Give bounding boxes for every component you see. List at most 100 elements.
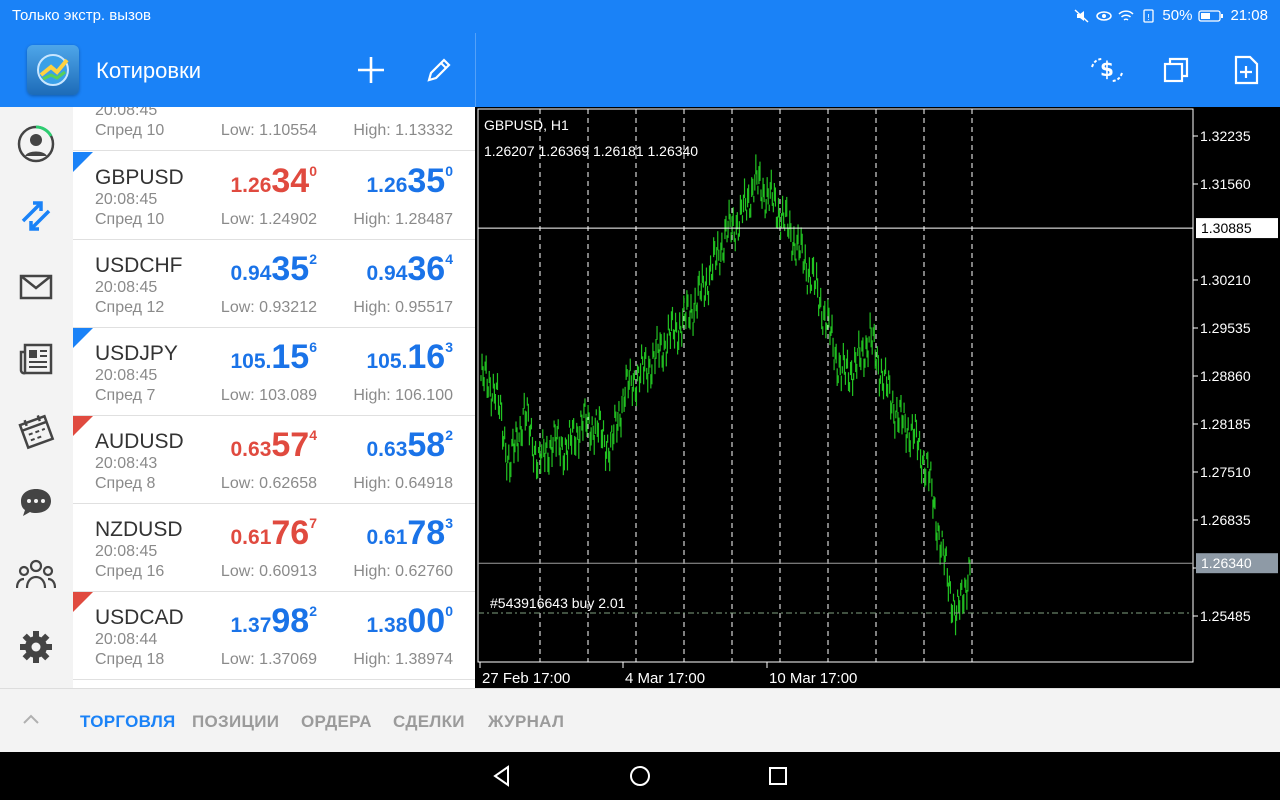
ask-price[interactable]: 0.63582	[367, 426, 454, 465]
quote-time: 20:08:45	[95, 543, 158, 560]
quote-symbol: GBPUSD	[95, 166, 184, 189]
clock: 21:08	[1230, 7, 1268, 24]
svg-text:!: !	[1147, 13, 1150, 22]
nav-settings[interactable]	[14, 625, 58, 669]
calendar-icon	[18, 414, 55, 450]
nav-news[interactable]	[14, 337, 58, 381]
svg-text:$: $	[1100, 57, 1114, 81]
price-chart[interactable]: 1.32235 1.31560 1.30210 1.29535 1.28860 1.281…	[476, 107, 1280, 688]
nav-community[interactable]	[14, 552, 58, 596]
quote-row[interactable]: AUDUSD 20:08:43 Спред 8 Low: 0.62658 High: 0…	[73, 416, 475, 504]
quote-spread: Спред 12	[95, 299, 165, 316]
quote-high: High: 0.64918	[353, 475, 453, 492]
price-prefix: 0.94	[230, 262, 272, 285]
quote-row[interactable]: USDCAD 20:08:44 Спред 18 Low: 1.37069 High: …	[73, 592, 475, 680]
mail-icon	[19, 274, 53, 300]
chevron-up-icon[interactable]	[22, 713, 40, 725]
plot-frame	[477, 108, 1194, 663]
quote-row[interactable]: USDJPY 20:08:45 Спред 7 Low: 103.089 High: 1…	[73, 328, 475, 416]
ask-price[interactable]: 0.94364	[367, 250, 454, 289]
eye-icon	[1096, 10, 1113, 21]
nav-chat[interactable]	[14, 481, 58, 525]
price-pips: 57	[271, 426, 310, 464]
price-fraction: 4	[309, 427, 317, 443]
nav-calendar[interactable]	[14, 409, 58, 453]
ask-price[interactable]: 1.26350	[367, 162, 454, 201]
quote-high: High: 1.28487	[353, 211, 453, 228]
trade-button[interactable]: $	[1087, 50, 1127, 90]
quote-row[interactable]: USDCHF 20:08:45 Спред 12 Low: 0.93212 High: …	[73, 240, 475, 328]
new-document-icon	[1234, 55, 1259, 85]
metatrader-logo-icon	[37, 54, 69, 86]
chart-canvas[interactable]: 1.32235 1.31560 1.30210 1.29535 1.28860 1.281…	[476, 107, 1280, 688]
y-tick-label: 1.25485	[1200, 608, 1251, 624]
battery-icon	[1198, 9, 1224, 22]
ask-price[interactable]: 0.61783	[367, 514, 454, 553]
bid-price[interactable]: 1.1212	[238, 107, 317, 112]
new-order-button[interactable]	[1226, 50, 1266, 90]
bid-price[interactable]: 0.63574	[231, 426, 318, 465]
price-pips: 36	[407, 250, 446, 288]
home-icon[interactable]	[628, 764, 652, 788]
quote-time: 20:08:45	[95, 107, 158, 119]
bid-price[interactable]: 105.156	[231, 338, 318, 377]
y-tick-label: 1.27510	[1200, 464, 1251, 480]
back-icon[interactable]	[490, 764, 514, 788]
y-tick-label: 1.28185	[1200, 416, 1251, 432]
edit-button[interactable]	[419, 50, 459, 90]
sim-icon: !	[1143, 8, 1155, 23]
chat-icon	[21, 489, 51, 516]
tab-deals[interactable]: СДЕЛКИ	[393, 712, 465, 732]
y-tick-label: 1.32235	[1200, 128, 1251, 144]
bid-price[interactable]: 1.37982	[231, 602, 318, 641]
wifi-icon	[1118, 9, 1134, 21]
quote-symbol: AUDUSD	[95, 430, 184, 453]
quote-high: High: 0.95517	[353, 299, 453, 316]
appbar-divider	[475, 33, 476, 107]
order-label: #543916643 buy 2.01	[490, 595, 626, 611]
y-tick-label: 1.31560	[1200, 176, 1251, 192]
tab-orders[interactable]: ОРДЕРА	[301, 712, 372, 732]
quotes-list[interactable]: 20:08:45 Спред 10 Low: 1.10554 High: 1.1333…	[73, 107, 475, 688]
x-tick-label: 27 Feb 17:00	[482, 670, 570, 687]
x-tick-label: 10 Mar 17:00	[769, 670, 857, 687]
plus-icon	[358, 57, 384, 83]
windows-button[interactable]	[1156, 50, 1196, 90]
pencil-icon	[427, 58, 451, 82]
price-fraction: 3	[445, 515, 453, 531]
quote-row[interactable]: 20:08:45 Спред 10 Low: 1.10554 High: 1.1333…	[73, 107, 475, 151]
price-fraction: 4	[445, 251, 453, 267]
price-pips: 58	[407, 426, 446, 464]
bid-price[interactable]: 1.26340	[231, 162, 318, 201]
recents-icon[interactable]	[766, 764, 790, 788]
tab-positions[interactable]: ПОЗИЦИИ	[192, 712, 279, 732]
add-symbol-button[interactable]	[351, 50, 391, 90]
tab-trading[interactable]: ТОРГОВЛЯ	[80, 712, 176, 732]
tab-journal[interactable]: ЖУРНАЛ	[488, 712, 564, 732]
quote-symbol: NZDUSD	[95, 518, 183, 541]
quote-row[interactable]: NZDUSD 20:08:45 Спред 16 Low: 0.60913 High: …	[73, 504, 475, 592]
nav-account[interactable]	[14, 122, 58, 166]
chart-symbol-timeframe: GBPUSD, H1	[484, 117, 569, 133]
ask-price[interactable]: 1.38000	[367, 602, 454, 641]
quote-spread: Спред 7	[95, 387, 156, 404]
quotes-arrows-icon	[21, 201, 51, 231]
ask-price[interactable]: 105.163	[367, 338, 454, 377]
bid-price[interactable]: 0.61767	[231, 514, 318, 553]
price-prefix: 0.61	[366, 526, 408, 549]
price-pips: 15	[271, 338, 310, 376]
bid-price[interactable]: 0.94352	[231, 250, 318, 289]
bottom-tabs: ТОРГОВЛЯ ПОЗИЦИИ ОРДЕРА СДЕЛКИ ЖУРНАЛ	[0, 688, 1280, 752]
quote-high: High: 106.100	[353, 387, 453, 404]
metatrader-logo[interactable]	[27, 45, 79, 95]
quote-low: Low: 0.60913	[220, 563, 317, 580]
carrier-text: Только экстр. вызов	[12, 7, 152, 24]
quote-row[interactable]: GBPUSD 20:08:45 Спред 10 Low: 1.24902 High: …	[73, 152, 475, 240]
price-pips: 15	[415, 107, 453, 111]
nav-quotes[interactable]	[14, 194, 58, 238]
y-tick-label: 1.29535	[1200, 320, 1251, 336]
y-tick-label: 1.28860	[1200, 368, 1251, 384]
ask-price[interactable]: 1.1215	[374, 107, 453, 112]
nav-mail[interactable]	[14, 265, 58, 309]
price-prefix: 1.26	[366, 174, 408, 197]
